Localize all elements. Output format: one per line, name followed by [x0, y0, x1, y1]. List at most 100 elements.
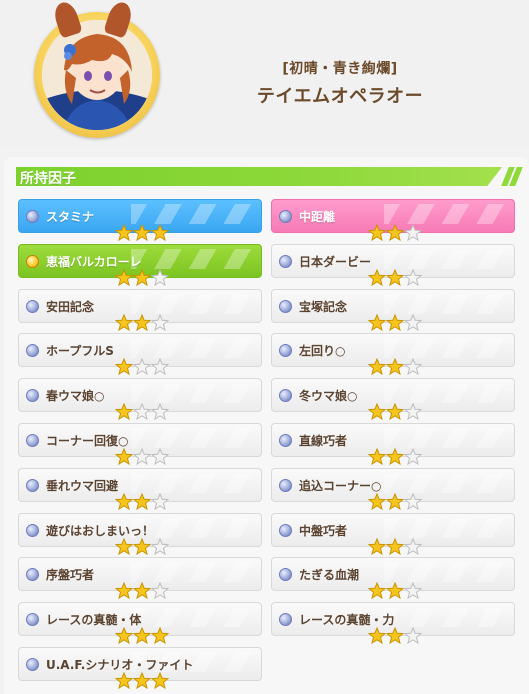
star-empty-icon	[151, 403, 169, 421]
card-gloss	[131, 562, 251, 582]
star-filled-icon	[386, 403, 404, 421]
star-rating	[368, 493, 422, 511]
factor-card[interactable]: 中距離	[271, 199, 515, 242]
outfit-title: [初晴・青き絢爛]	[282, 61, 398, 77]
factor-card[interactable]: U.A.F.シナリオ・ファイト	[18, 647, 262, 690]
card-gloss	[384, 338, 504, 358]
star-rating	[368, 627, 422, 645]
gem-icon	[26, 210, 39, 223]
factor-card[interactable]: 日本ダービー	[271, 244, 515, 287]
gem-icon	[26, 434, 39, 447]
gold-gem-icon	[26, 255, 39, 268]
factor-card[interactable]: 追込コーナー○	[271, 468, 515, 511]
star-empty-icon	[133, 403, 151, 421]
card-gloss	[131, 249, 251, 269]
star-empty-icon	[133, 448, 151, 466]
gem-icon	[26, 524, 39, 537]
section-header: 所持因子	[16, 167, 523, 187]
star-rating	[115, 672, 169, 690]
star-filled-icon	[386, 269, 404, 287]
factor-card[interactable]: 左回り○	[271, 333, 515, 376]
star-filled-icon	[151, 627, 169, 645]
factor-card[interactable]: 直線巧者	[271, 423, 515, 466]
factor-name: 直線巧者	[299, 434, 348, 448]
star-filled-icon	[386, 493, 404, 511]
factor-card[interactable]: スタミナ	[18, 199, 262, 242]
star-empty-icon	[404, 582, 422, 600]
star-filled-icon	[115, 538, 133, 556]
star-filled-icon	[368, 403, 386, 421]
gem-icon	[279, 255, 292, 268]
star-rating	[368, 448, 422, 466]
star-rating	[368, 358, 422, 376]
factor-card[interactable]: レースの真髄・力	[271, 602, 515, 645]
factor-card[interactable]: 安田記念	[18, 289, 262, 332]
gem-icon	[279, 344, 292, 357]
star-filled-icon	[115, 314, 133, 332]
factor-name: 春ウマ娘○	[46, 389, 105, 403]
card-gloss	[131, 428, 251, 448]
star-empty-icon	[151, 493, 169, 511]
factor-card[interactable]: 垂れウマ回避	[18, 468, 262, 511]
star-rating	[115, 582, 169, 600]
star-filled-icon	[115, 269, 133, 287]
factor-card[interactable]: コーナー回復○	[18, 423, 262, 466]
factor-card[interactable]: 恵福バルカローレ	[18, 244, 262, 287]
star-filled-icon	[151, 224, 169, 242]
card-gloss	[384, 473, 504, 493]
star-rating	[115, 448, 169, 466]
card-gloss	[131, 607, 251, 627]
section-title: 所持因子	[20, 171, 76, 187]
factor-name: 垂れウマ回避	[46, 479, 119, 493]
star-empty-icon	[133, 358, 151, 376]
star-empty-icon	[404, 493, 422, 511]
character-name: テイエムオペラオー	[256, 86, 424, 107]
star-filled-icon	[386, 224, 404, 242]
star-empty-icon	[404, 538, 422, 556]
star-filled-icon	[386, 582, 404, 600]
star-filled-icon	[115, 224, 133, 242]
factor-name: U.A.F.シナリオ・ファイト	[46, 658, 194, 672]
gem-icon	[26, 300, 39, 313]
factor-card[interactable]: たぎる血潮	[271, 557, 515, 600]
factor-card[interactable]: 春ウマ娘○	[18, 378, 262, 421]
factor-card[interactable]: 冬ウマ娘○	[271, 378, 515, 421]
factor-card[interactable]: ホープフルS	[18, 333, 262, 376]
factor-name: 安田記念	[46, 300, 95, 314]
card-gloss	[384, 294, 504, 314]
factor-name: たぎる血潮	[299, 568, 360, 582]
character-portrait[interactable]	[42, 20, 152, 130]
gem-icon	[279, 479, 292, 492]
card-gloss	[384, 204, 504, 224]
star-filled-icon	[368, 627, 386, 645]
star-filled-icon	[115, 672, 133, 690]
factor-card[interactable]: 遊びはおしまいっ！	[18, 513, 262, 556]
star-rating	[368, 582, 422, 600]
star-rating	[115, 358, 169, 376]
star-filled-icon	[151, 672, 169, 690]
star-filled-icon	[368, 269, 386, 287]
factor-name: 中距離	[299, 210, 336, 224]
factor-card[interactable]: 中盤巧者	[271, 513, 515, 556]
gem-icon	[279, 613, 292, 626]
star-filled-icon	[368, 224, 386, 242]
card-gloss	[384, 383, 504, 403]
star-filled-icon	[133, 314, 151, 332]
star-filled-icon	[386, 538, 404, 556]
star-filled-icon	[115, 448, 133, 466]
star-filled-icon	[368, 448, 386, 466]
star-rating	[368, 224, 422, 242]
star-empty-icon	[404, 403, 422, 421]
gem-icon	[279, 434, 292, 447]
star-rating	[115, 224, 169, 242]
factor-card[interactable]: 序盤巧者	[18, 557, 262, 600]
card-gloss	[131, 473, 251, 493]
factor-card[interactable]: レースの真髄・体	[18, 602, 262, 645]
gem-icon	[279, 389, 292, 402]
card-gloss	[131, 383, 251, 403]
factor-name: 宝塚記念	[299, 300, 348, 314]
factor-name: レースの真髄・力	[299, 613, 395, 627]
star-rating	[368, 403, 422, 421]
factor-card[interactable]: 宝塚記念	[271, 289, 515, 332]
star-filled-icon	[115, 493, 133, 511]
